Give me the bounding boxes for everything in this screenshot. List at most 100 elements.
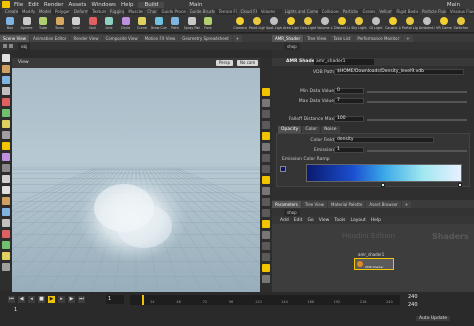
display-option-icon[interactable] xyxy=(262,264,270,272)
network-editor[interactable]: Parameters Tree View Material Palette Asset… xyxy=(272,200,474,292)
shelf-tool-curve[interactable]: Curve xyxy=(134,17,150,30)
display-option-icon[interactable] xyxy=(262,165,270,173)
display-option-icon[interactable] xyxy=(262,176,270,184)
tool-icon[interactable] xyxy=(2,131,10,139)
play-forward-button[interactable]: ▶ xyxy=(68,296,75,303)
persp-menu-button[interactable]: Persp xyxy=(216,60,233,66)
shelf-tool-tube[interactable]: Tube xyxy=(35,17,51,30)
tool-icon[interactable] xyxy=(2,241,10,249)
current-frame-marker[interactable] xyxy=(142,295,144,305)
max-data-slider[interactable] xyxy=(367,101,467,103)
tab-composite-view[interactable]: Composite View xyxy=(102,34,141,42)
tab-take-list[interactable]: Take List xyxy=(330,34,354,42)
display-option-icon[interactable] xyxy=(262,220,270,228)
play-button[interactable]: ▶ xyxy=(48,296,55,303)
tab-+[interactable]: + xyxy=(403,34,413,42)
display-option-icon[interactable] xyxy=(262,88,270,96)
tab-animation-editor[interactable]: Animation Editor xyxy=(29,34,70,42)
stop-button[interactable]: ■ xyxy=(38,296,45,303)
display-option-icon[interactable] xyxy=(262,242,270,250)
tool-icon[interactable] xyxy=(2,175,10,183)
shelf-tool-distant-light[interactable]: Distant Light xyxy=(334,17,350,30)
vdb-path-field[interactable]: $HOME/Downloads/Density_level9.vdb xyxy=(334,69,464,75)
tool-icon[interactable] xyxy=(2,153,10,161)
tool-icon[interactable] xyxy=(2,120,10,128)
shelf-tool-camera[interactable]: Camera xyxy=(232,17,248,30)
menu-render[interactable]: Render xyxy=(44,2,64,8)
shelf-tool-spray-paint[interactable]: Spray Paint xyxy=(184,17,200,30)
shelf-tool-grid[interactable]: Grid xyxy=(68,17,84,30)
shelf-tool-volume-light[interactable]: Volume Light xyxy=(317,17,333,30)
display-option-icon[interactable] xyxy=(262,132,270,140)
min-data-field[interactable]: 0 xyxy=(334,88,364,94)
falloff-slider[interactable] xyxy=(367,119,467,121)
tool-icon[interactable] xyxy=(2,164,10,172)
tool-icon[interactable] xyxy=(2,54,10,62)
tab-parameters[interactable]: Parameters xyxy=(272,200,301,208)
tab-material-palette[interactable]: Material Palette xyxy=(328,200,366,208)
tool-icon[interactable] xyxy=(2,252,10,260)
display-option-icon[interactable] xyxy=(262,198,270,206)
shelf-tool-gi-light[interactable]: GI Light xyxy=(368,17,384,30)
shelf-tool-null[interactable]: Null xyxy=(85,17,101,30)
shelf-tool-path[interactable]: Path xyxy=(167,17,183,30)
amr-shader-node[interactable]: AMR Shader xyxy=(354,258,394,270)
step-back-button[interactable]: ◂ xyxy=(28,296,35,303)
color-field-input[interactable]: density xyxy=(334,137,434,143)
step-forward-button[interactable]: ▸ xyxy=(58,296,65,303)
tool-icon[interactable] xyxy=(2,65,10,73)
shelf-tool-geo-light[interactable]: Geo Light xyxy=(300,17,316,30)
play-reverse-button[interactable]: ◀ xyxy=(18,296,25,303)
start-frame-field[interactable]: 1 xyxy=(14,307,17,313)
tab-+[interactable]: + xyxy=(232,34,243,42)
ramp-color-swatch[interactable] xyxy=(280,166,286,172)
tab-noise[interactable]: Noise xyxy=(321,126,340,133)
tool-icon[interactable] xyxy=(2,219,10,227)
shelf-tool-point-light[interactable]: Point Light xyxy=(249,17,265,30)
tool-icon[interactable] xyxy=(2,142,10,150)
right-path-field[interactable]: shop xyxy=(284,42,300,50)
tab-motion-fx-view[interactable]: Motion FX View xyxy=(141,34,179,42)
network-menu-edit[interactable]: Edit xyxy=(294,218,303,223)
current-frame-field[interactable]: 1 xyxy=(106,295,124,304)
timeline-slider[interactable]: 24 48 72 96 120 144 168 192 216 240 xyxy=(130,295,400,305)
display-option-icon[interactable] xyxy=(262,253,270,261)
shelf-tool-torus[interactable]: Torus xyxy=(52,17,68,30)
tool-icon[interactable] xyxy=(2,186,10,194)
desktop-main-selector-right[interactable]: Main xyxy=(447,2,460,8)
tab-render-view[interactable]: Render View xyxy=(70,34,102,42)
emission-slider[interactable] xyxy=(367,150,467,152)
menu-help[interactable]: Help xyxy=(121,2,134,8)
end-frame-field-2[interactable]: 240 xyxy=(408,302,418,308)
network-menu-tools[interactable]: Tools xyxy=(334,218,345,223)
tab-+[interactable]: + xyxy=(401,200,412,208)
auto-update-button[interactable]: Auto Update xyxy=(416,316,451,321)
tab-asset-browser[interactable]: Asset Browser xyxy=(366,200,401,208)
desktop-build-selector[interactable]: Build xyxy=(138,1,165,8)
display-option-icon[interactable] xyxy=(262,99,270,107)
network-menu-add[interactable]: Add xyxy=(280,218,289,223)
menu-file[interactable]: File xyxy=(14,2,23,8)
display-option-icon[interactable] xyxy=(262,110,270,118)
tool-icon[interactable] xyxy=(2,230,10,238)
shelf-tool-sky-light[interactable]: Sky Light xyxy=(351,17,367,30)
shelf-tool-area-light[interactable]: Area Light xyxy=(283,17,299,30)
menu-windows[interactable]: Windows xyxy=(91,2,116,8)
display-option-icon[interactable] xyxy=(262,187,270,195)
shelf-tool-font[interactable]: Font xyxy=(200,17,216,30)
tab-color[interactable]: Color xyxy=(302,126,321,133)
display-option-icon[interactable] xyxy=(262,121,270,129)
display-option-icon[interactable] xyxy=(262,209,270,217)
forward-arrow-icon[interactable] xyxy=(9,44,13,48)
tab-geometry-spreadsheet[interactable]: Geometry Spreadsheet xyxy=(179,34,232,42)
back-arrow-icon[interactable] xyxy=(3,44,7,48)
first-frame-button[interactable]: ⏮ xyxy=(8,296,15,303)
emission-field[interactable]: 1 xyxy=(334,147,364,153)
last-frame-button[interactable]: ⏭ xyxy=(78,296,85,303)
network-path-field[interactable]: shop xyxy=(284,208,300,216)
left-path-field[interactable]: obj xyxy=(18,42,31,50)
node-name-field[interactable]: amr_shader1 xyxy=(314,59,374,65)
shelf-tool-ambient-light[interactable]: Ambient Light xyxy=(419,17,435,30)
tab-amr_shader[interactable]: AMR_Shader xyxy=(272,34,304,42)
falloff-field[interactable]: 100 xyxy=(334,116,364,122)
